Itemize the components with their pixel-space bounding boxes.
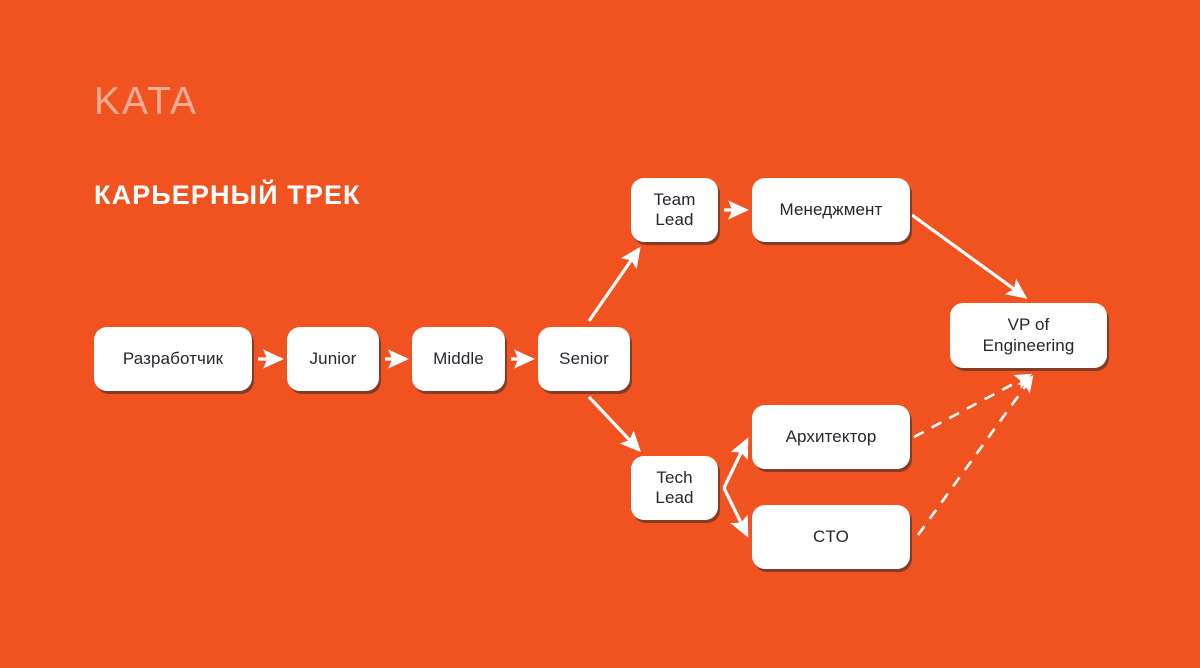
node-label-junior: Junior [309,348,357,368]
edge-senior-to-teamlead [587,246,641,322]
page-title: КАРЬЕРНЫЙ ТРЕК [94,180,361,210]
node-middle[interactable]: Middle [412,327,505,391]
node-label-techlead: Tech Lead [655,467,694,507]
node-vp[interactable]: VP of Engineering [950,303,1107,368]
edge-techlead-to-cto [722,487,749,538]
node-label-cto: CTO [813,526,849,546]
node-teamlead[interactable]: Team Lead [631,178,718,242]
edge-architect-to-vp [913,373,1033,439]
brand-logo: KATA [94,80,199,123]
node-label-teamlead: Team Lead [653,189,696,229]
node-junior[interactable]: Junior [287,327,379,391]
edge-cto-to-vp [916,375,1034,536]
edge-management-to-vp [911,213,1028,299]
node-cto[interactable]: CTO [752,505,910,569]
edge-techlead-to-architect [722,437,749,489]
node-label-architect: Архитектор [785,426,877,446]
node-senior[interactable]: Senior [538,327,630,391]
node-label-dev: Разработчик [122,348,224,368]
node-label-senior: Senior [559,348,609,368]
node-label-middle: Middle [433,348,484,368]
edge-senior-to-techlead [587,395,641,453]
node-dev[interactable]: Разработчик [94,327,252,391]
node-techlead[interactable]: Tech Lead [631,456,718,520]
node-label-management: Менеджмент [779,199,883,219]
node-label-vp: VP of Engineering [982,315,1075,355]
node-management[interactable]: Менеджмент [752,178,910,242]
node-architect[interactable]: Архитектор [752,405,910,469]
career-track-slide: KATA КАРЬЕРНЫЙ ТРЕК Разработчик Junior Mid… [0,0,1200,668]
